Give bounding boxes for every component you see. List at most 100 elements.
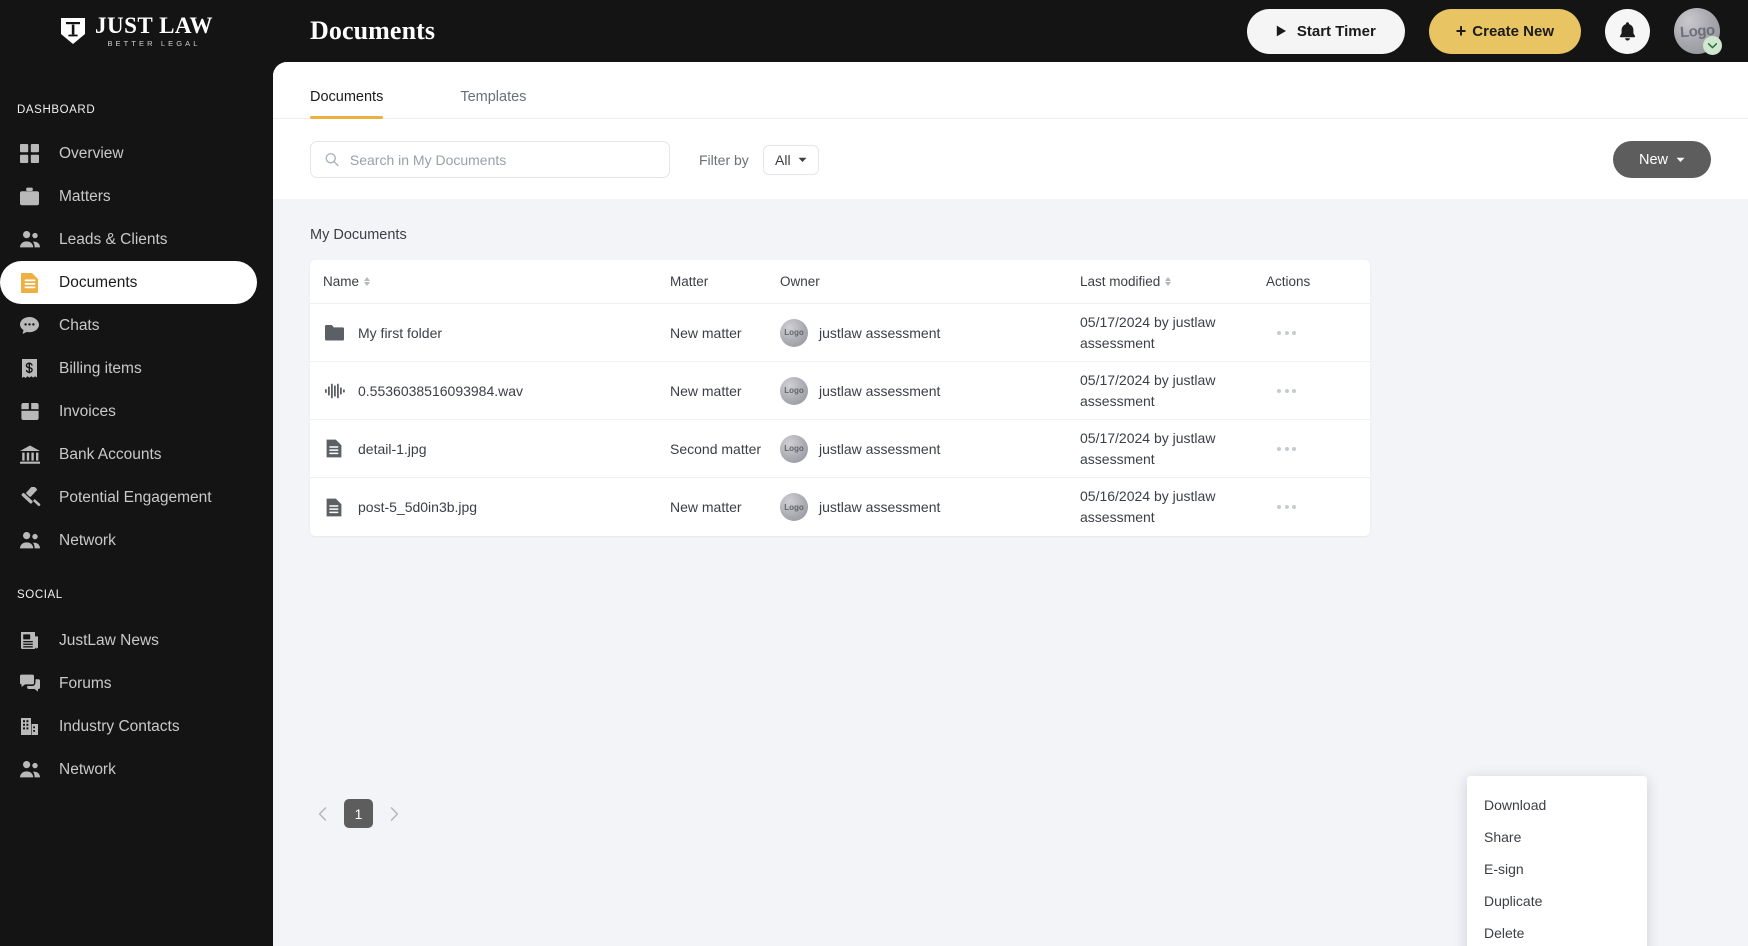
brand-logo[interactable]: JUST LAW BETTER LEGAL: [0, 0, 273, 62]
sidebar-item-label: Invoices: [59, 402, 116, 420]
start-timer-button[interactable]: Start Timer: [1246, 8, 1405, 54]
users-icon: [17, 757, 42, 782]
cell-name[interactable]: My first folder: [323, 322, 670, 344]
filter-select[interactable]: All: [762, 144, 819, 175]
chat-bubble-icon: [17, 313, 42, 338]
sidebar-section-social: SOCIAL: [17, 589, 63, 601]
chevron-down-icon: [1676, 157, 1685, 162]
sidebar-item-network-social[interactable]: Network: [0, 748, 257, 791]
cell-name[interactable]: detail-1.jpg: [323, 438, 670, 460]
table-row[interactable]: post-5_5d0in3b.jpg New matter Logo justl…: [310, 478, 1370, 536]
column-header-last-modified[interactable]: Last modified: [1080, 274, 1266, 289]
start-timer-label: Start Timer: [1296, 22, 1376, 40]
pagination: 1: [310, 799, 407, 828]
column-label: Last modified: [1080, 274, 1161, 289]
cell-owner: Logo justlaw assessment: [780, 318, 1080, 347]
row-actions-button[interactable]: [1277, 446, 1296, 451]
table-row[interactable]: 0.5536038516093984.wav New matter Logo j…: [310, 362, 1370, 420]
row-actions-button[interactable]: [1277, 330, 1296, 335]
sort-icon[interactable]: [1165, 276, 1172, 287]
cell-matter: New matter: [670, 324, 742, 341]
cell-actions: [1266, 330, 1350, 335]
filter-by-label: Filter by: [699, 151, 749, 168]
file-name-label: My first folder: [358, 324, 443, 341]
create-new-button[interactable]: + Create New: [1428, 8, 1581, 54]
context-menu-item-esign[interactable]: E-sign: [1467, 853, 1647, 885]
brand-name: JUST LAW: [95, 13, 213, 39]
filter-select-value: All: [775, 151, 791, 168]
sidebar-item-overview[interactable]: Overview: [0, 132, 257, 175]
invoice-icon: [17, 399, 42, 424]
last-modified-label: 05/17/2024 by justlaw assessment: [1080, 371, 1216, 409]
chevron-down-icon: [798, 157, 807, 162]
context-menu-item-share[interactable]: Share: [1467, 821, 1647, 853]
tab-bar: Documents Templates: [273, 62, 1748, 119]
row-context-menu: Download Share E-sign Duplicate Delete V…: [1467, 776, 1647, 946]
tab-templates[interactable]: Templates: [460, 89, 526, 118]
cell-last-modified: 05/17/2024 by justlaw assessment: [1080, 428, 1266, 470]
file-icon: [323, 438, 345, 460]
sidebar-item-label: Documents: [59, 273, 138, 291]
sidebar-item-billing-items[interactable]: Billing items: [0, 347, 257, 390]
user-menu[interactable]: Logo: [1674, 8, 1722, 55]
sidebar-item-label: Billing items: [59, 359, 142, 377]
sidebar-item-bank-accounts[interactable]: Bank Accounts: [0, 433, 257, 476]
search-input[interactable]: [349, 151, 655, 168]
cell-matter: New matter: [670, 382, 742, 399]
sidebar-item-network-dashboard[interactable]: Network: [0, 519, 257, 562]
search-icon: [325, 153, 339, 167]
toolbar: Filter by All New: [273, 119, 1748, 200]
file-name-label: detail-1.jpg: [358, 440, 427, 457]
notifications-button[interactable]: [1605, 8, 1650, 54]
cell-actions: [1266, 388, 1350, 393]
table-row[interactable]: detail-1.jpg Second matter Logo justlaw …: [310, 420, 1370, 478]
content-panel: Documents Templates Filter by All: [273, 62, 1748, 946]
sidebar-item-label: Chats: [59, 316, 100, 334]
sidebar-item-potential-engagement[interactable]: Potential Engagement: [0, 476, 257, 519]
sidebar-item-industry-contacts[interactable]: Industry Contacts: [0, 705, 257, 748]
row-actions-button[interactable]: [1277, 388, 1296, 393]
gavel-icon: [17, 485, 42, 510]
sidebar-item-justlaw-news[interactable]: JustLaw News: [0, 619, 257, 662]
cell-matter: Second matter: [670, 440, 762, 457]
sidebar-item-chats[interactable]: Chats: [0, 304, 257, 347]
owner-name-label: justlaw assessment: [819, 324, 941, 341]
file-name-label: 0.5536038516093984.wav: [358, 382, 524, 399]
sort-icon[interactable]: [364, 276, 371, 287]
documents-table: Name Matter Owner Last modified Actions …: [310, 260, 1370, 536]
context-menu-item-download[interactable]: Download: [1467, 789, 1647, 821]
sidebar-item-forums[interactable]: Forums: [0, 662, 257, 705]
cell-name[interactable]: post-5_5d0in3b.jpg: [323, 496, 670, 518]
column-header-owner: Owner: [780, 274, 1080, 289]
pagination-page-1[interactable]: 1: [344, 799, 373, 828]
sidebar-item-invoices[interactable]: Invoices: [0, 390, 257, 433]
new-button[interactable]: New: [1612, 141, 1711, 178]
owner-name-label: justlaw assessment: [819, 440, 941, 457]
context-menu-item-delete[interactable]: Delete: [1467, 917, 1647, 946]
column-label: Owner: [780, 274, 820, 289]
tab-documents[interactable]: Documents: [310, 89, 384, 119]
last-modified-label: 05/16/2024 by justlaw assessment: [1080, 488, 1216, 525]
search-box[interactable]: [310, 141, 670, 178]
pagination-next-button[interactable]: [382, 801, 407, 826]
table-row[interactable]: My first folder New matter Logo justlaw …: [310, 304, 1370, 362]
last-modified-label: 05/17/2024 by justlaw assessment: [1080, 429, 1216, 467]
newspaper-icon: [17, 628, 42, 653]
sidebar-item-leads-clients[interactable]: Leads & Clients: [0, 218, 257, 261]
sidebar-item-label: Leads & Clients: [59, 230, 168, 248]
chevron-down-icon[interactable]: [1703, 36, 1722, 55]
shield-pillar-logo-icon: [61, 18, 85, 44]
context-menu-item-duplicate[interactable]: Duplicate: [1467, 885, 1647, 917]
row-actions-button[interactable]: [1277, 505, 1296, 509]
pagination-prev-button[interactable]: [310, 801, 335, 826]
column-header-name[interactable]: Name: [323, 274, 670, 289]
owner-avatar: Logo: [780, 318, 808, 347]
sidebar-item-matters[interactable]: Matters: [0, 175, 257, 218]
sidebar-item-label: Industry Contacts: [59, 717, 180, 735]
sidebar-item-label: Potential Engagement: [59, 488, 212, 506]
sidebar-item-label: Matters: [59, 187, 111, 205]
cell-name[interactable]: 0.5536038516093984.wav: [323, 380, 670, 402]
sidebar-item-documents[interactable]: Documents: [0, 261, 257, 304]
column-label: Matter: [670, 274, 709, 289]
table-header-row: Name Matter Owner Last modified Actions: [310, 260, 1370, 304]
